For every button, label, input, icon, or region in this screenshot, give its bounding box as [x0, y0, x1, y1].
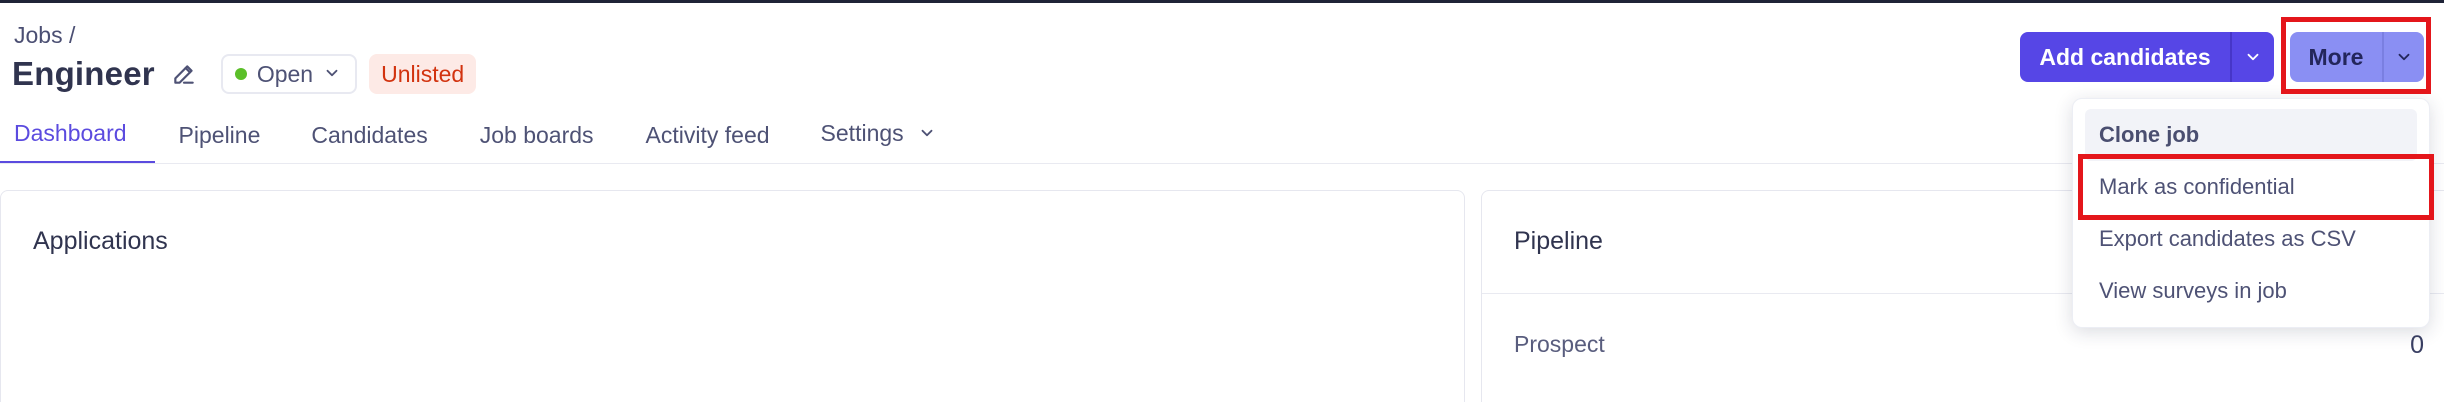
tab-settings[interactable]: Settings [821, 104, 936, 162]
menu-item-view-surveys[interactable]: View surveys in job [2085, 265, 2417, 317]
pencil-icon[interactable] [169, 59, 199, 89]
tab-candidates[interactable]: Candidates [311, 106, 427, 164]
add-candidates-split-button: Add candidates [2020, 32, 2274, 82]
add-candidates-button[interactable]: Add candidates [2020, 32, 2230, 82]
applications-card: Applications [0, 190, 1465, 402]
job-tabs: Dashboard Pipeline Candidates Job boards… [0, 106, 936, 164]
chevron-down-icon [2247, 53, 2259, 61]
tab-pipeline[interactable]: Pipeline [179, 106, 261, 164]
chevron-down-icon [323, 61, 341, 88]
tab-activity-feed[interactable]: Activity feed [646, 106, 770, 164]
status-dot-icon [234, 68, 247, 80]
pipeline-stage-label[interactable]: Prospect [1514, 331, 1605, 358]
page-title: Engineer [12, 55, 155, 92]
visibility-badge: Unlisted [369, 54, 477, 94]
applications-title: Applications [33, 227, 168, 255]
title-row: Engineer Open Unlisted [12, 52, 477, 96]
top-border [0, 0, 2444, 3]
breadcrumb[interactable]: Jobs / [14, 22, 75, 49]
status-label: Open [256, 60, 314, 87]
status-dropdown[interactable]: Open [220, 54, 358, 94]
pipeline-title: Pipeline [1514, 227, 1603, 255]
add-candidates-options-button[interactable] [2232, 32, 2274, 82]
tab-dashboard[interactable]: Dashboard [0, 106, 155, 164]
menu-item-export-csv[interactable]: Export candidates as CSV [2085, 213, 2417, 265]
pipeline-stage-count: 0 [2410, 331, 2424, 359]
chevron-down-icon [918, 124, 936, 142]
highlight-box-more [2281, 17, 2431, 94]
tab-job-boards[interactable]: Job boards [480, 106, 594, 164]
tab-settings-label: Settings [820, 119, 904, 146]
highlight-box-mark-confidential [2078, 154, 2434, 220]
